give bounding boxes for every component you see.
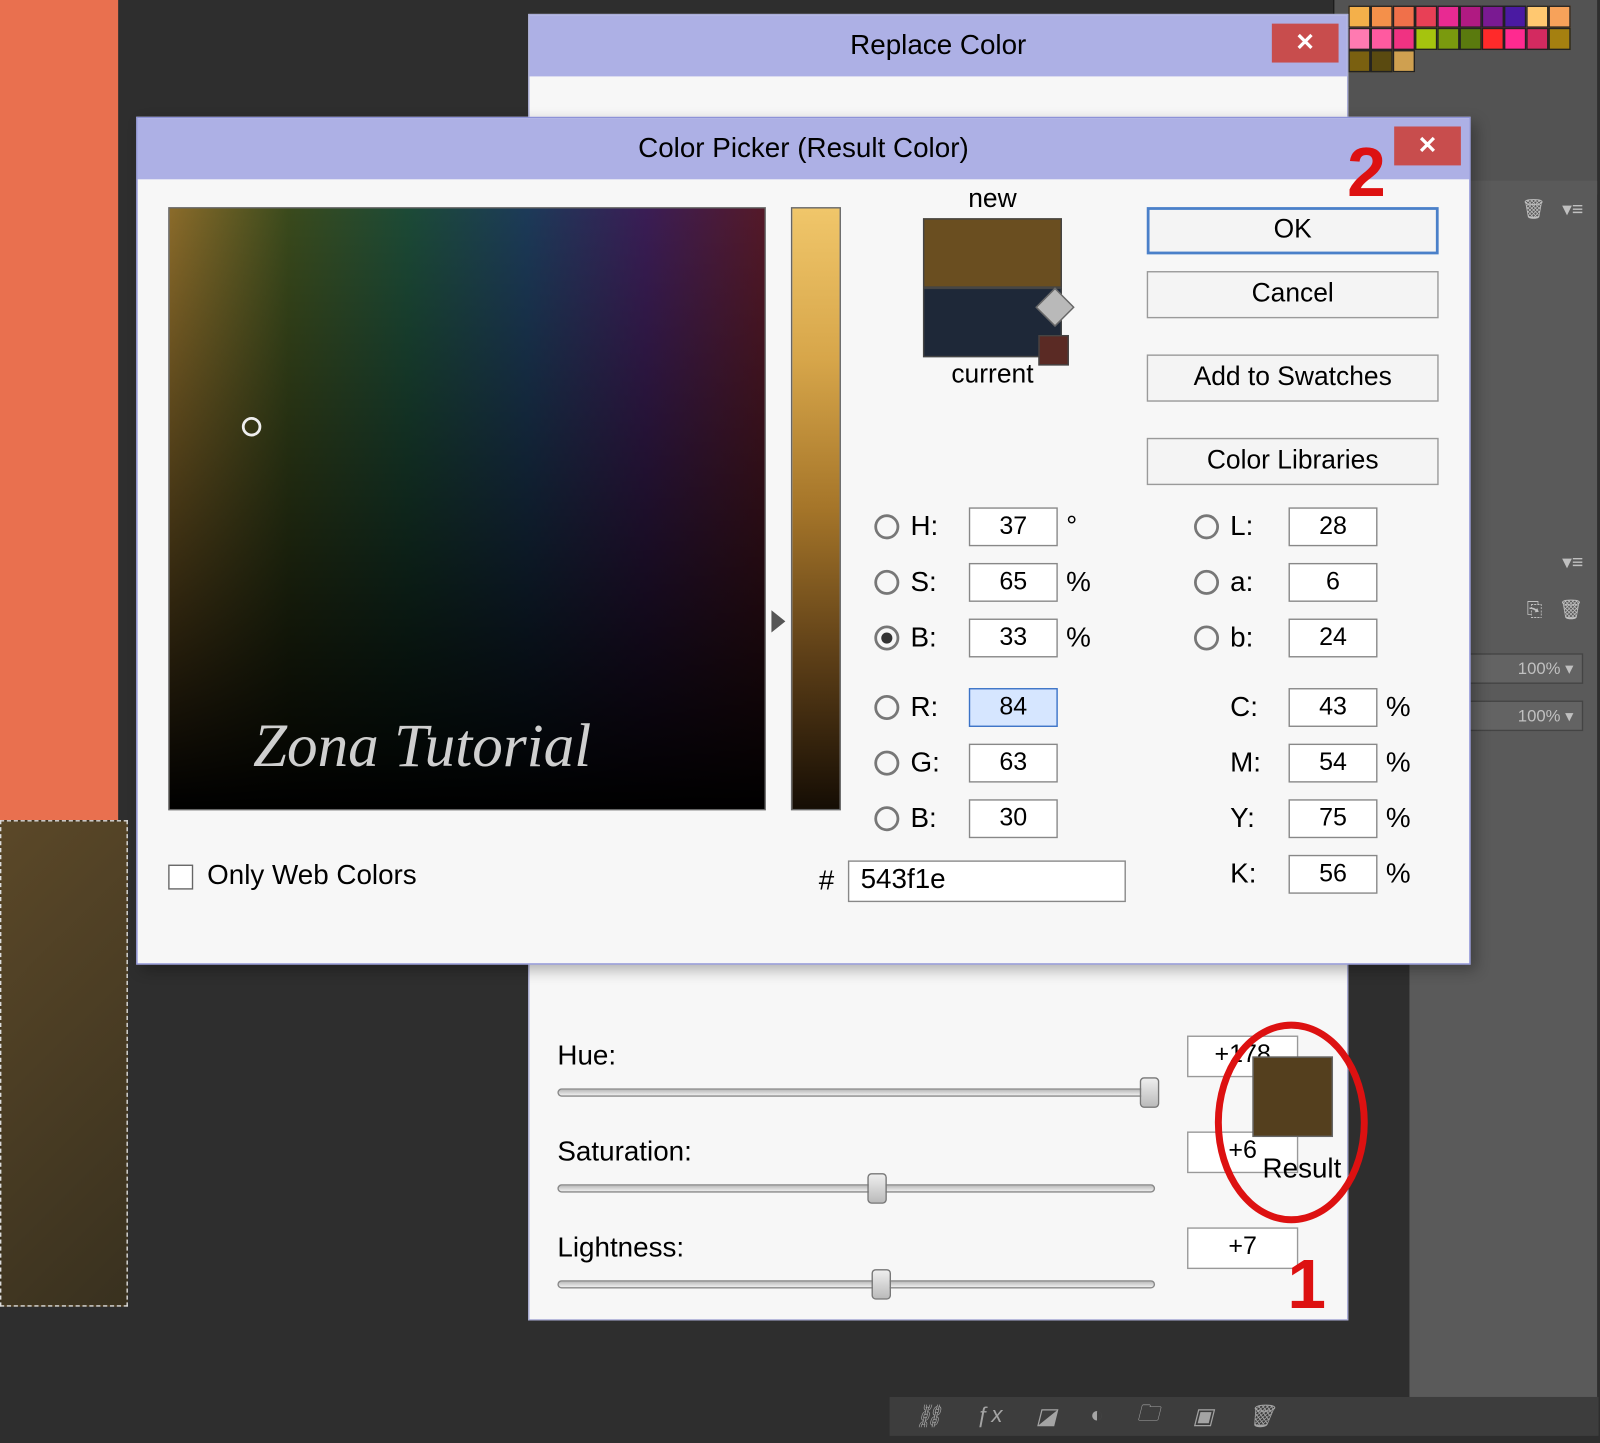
- saturation-label: Saturation:: [557, 1136, 752, 1168]
- R-field[interactable]: 84: [969, 688, 1058, 727]
- a-radio[interactable]: [1194, 570, 1219, 595]
- fx-icon[interactable]: ƒx: [976, 1404, 1005, 1429]
- new-icon[interactable]: ▣: [1193, 1403, 1217, 1431]
- lightness-thumb[interactable]: [872, 1269, 891, 1300]
- blab-radio[interactable]: [1194, 626, 1219, 651]
- status-bar: ⛓ ƒx ◪ ◐ 🗀 ▣ 🗑: [890, 1397, 1599, 1436]
- G-field[interactable]: 63: [969, 744, 1058, 783]
- color-picker-dialog: Color Picker (Result Color) ✕ Zona Tutor…: [136, 117, 1470, 965]
- annotation-1: 1: [1287, 1244, 1326, 1325]
- picker-title: Color Picker (Result Color): [638, 133, 969, 165]
- annotation-circle: [1215, 1022, 1368, 1224]
- hex-symbol: #: [819, 865, 834, 897]
- only-web-row: Only Web Colors: [168, 860, 417, 892]
- L-radio[interactable]: [1194, 514, 1219, 539]
- color-libraries-button[interactable]: Color Libraries: [1147, 438, 1439, 485]
- adjust-icon[interactable]: ◐: [1090, 1404, 1106, 1429]
- replace-close-button[interactable]: ✕: [1272, 24, 1339, 63]
- selection-photo: [0, 820, 128, 1307]
- B-radio[interactable]: [874, 626, 899, 651]
- saturation-thumb[interactable]: [867, 1173, 886, 1204]
- lightness-label: Lightness:: [557, 1232, 752, 1264]
- sv-field[interactable]: Zona Tutorial: [168, 207, 766, 810]
- hex-field[interactable]: 543f1e: [848, 860, 1126, 902]
- websafe-swatch-icon[interactable]: [1038, 335, 1069, 366]
- sv-cursor[interactable]: [242, 417, 261, 436]
- hue-thumb[interactable]: [1140, 1077, 1159, 1108]
- lightness-slider[interactable]: [557, 1280, 1155, 1288]
- K-field[interactable]: 56: [1289, 855, 1378, 894]
- picker-titlebar[interactable]: Color Picker (Result Color) ✕: [138, 118, 1470, 179]
- R-radio[interactable]: [874, 695, 899, 720]
- M-field[interactable]: 54: [1289, 744, 1378, 783]
- watermark: Zona Tutorial: [253, 710, 591, 781]
- trash-icon[interactable]: 🗑: [1247, 1403, 1278, 1431]
- H-radio[interactable]: [874, 514, 899, 539]
- hue-label: Hue:: [557, 1040, 752, 1072]
- only-web-label: Only Web Colors: [207, 860, 417, 892]
- G-radio[interactable]: [874, 751, 899, 776]
- add-swatches-button[interactable]: Add to Swatches: [1147, 354, 1439, 401]
- annotation-2: 2: [1347, 132, 1386, 213]
- lightness-value[interactable]: +7: [1187, 1227, 1298, 1269]
- S-radio[interactable]: [874, 570, 899, 595]
- new-label: new: [874, 185, 1110, 216]
- folder-icon[interactable]: 🗀: [1137, 1398, 1162, 1436]
- picker-close-button[interactable]: ✕: [1394, 126, 1461, 165]
- hue-pointer[interactable]: [771, 610, 785, 632]
- cancel-button[interactable]: Cancel: [1147, 271, 1439, 318]
- Y-field[interactable]: 75: [1289, 799, 1378, 838]
- S-field[interactable]: 65: [969, 563, 1058, 602]
- canvas-fill: [0, 0, 118, 820]
- new-color-swatch[interactable]: [923, 218, 1062, 288]
- hue-slider[interactable]: [557, 1088, 1155, 1096]
- Brgb-field[interactable]: 30: [969, 799, 1058, 838]
- L-field[interactable]: 28: [1289, 507, 1378, 546]
- blab-field[interactable]: 24: [1289, 619, 1378, 658]
- a-field[interactable]: 6: [1289, 563, 1378, 602]
- mask-icon[interactable]: ◪: [1036, 1403, 1060, 1431]
- Brgb-radio[interactable]: [874, 806, 899, 831]
- C-field[interactable]: 43: [1289, 688, 1378, 727]
- replace-title: Replace Color: [850, 30, 1026, 62]
- H-field[interactable]: 37: [969, 507, 1058, 546]
- current-label: current: [874, 360, 1110, 391]
- hue-strip[interactable]: [791, 207, 841, 810]
- Bhsb-field[interactable]: 33: [969, 619, 1058, 658]
- only-web-checkbox[interactable]: [168, 864, 193, 889]
- link-icon[interactable]: ⛓: [915, 1403, 946, 1431]
- replace-titlebar[interactable]: Replace Color ✕: [530, 15, 1347, 76]
- ok-button[interactable]: OK: [1147, 207, 1439, 254]
- saturation-slider[interactable]: [557, 1184, 1155, 1192]
